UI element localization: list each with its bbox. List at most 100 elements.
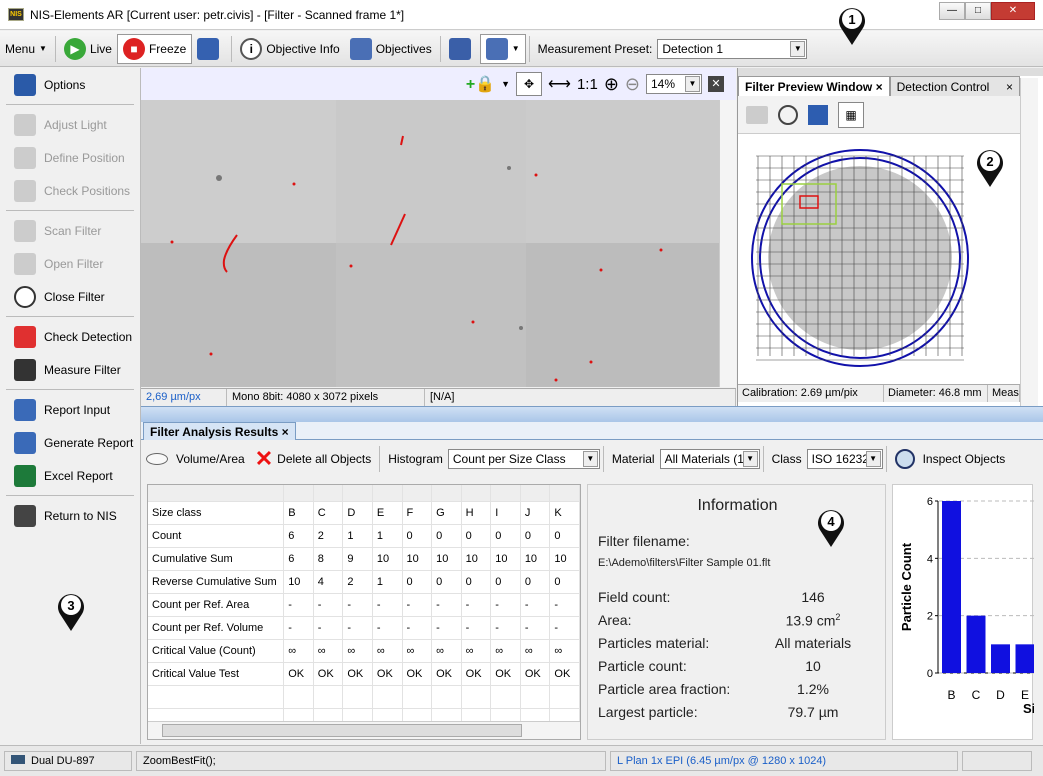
sidebar-item-open-filter[interactable]: Open Filter (0, 247, 140, 280)
histogram-select[interactable]: Count per Size Class ▼ (447, 449, 600, 469)
table-cell: I (490, 501, 521, 525)
camera-name: Dual DU-897 (31, 755, 95, 767)
panel-splitter[interactable] (141, 406, 1043, 422)
material-select[interactable]: All Materials (10 ▼ (659, 449, 760, 469)
filter-view-icon (448, 37, 471, 60)
close-icon[interactable]: × (282, 425, 289, 439)
filter-analysis-results: Filter Analysis Results × Volume/Area ✕ D… (141, 422, 1043, 744)
table-header-cell[interactable] (490, 485, 521, 502)
sidebar-item-adjust-light[interactable]: Adjust Light (0, 108, 140, 141)
sidebar-item-report-input[interactable]: Report Input (0, 393, 140, 426)
minimize-button[interactable]: — (939, 2, 965, 20)
freeze-button[interactable]: ■ Freeze (116, 33, 193, 64)
objectives-button[interactable]: Objectives (345, 34, 437, 64)
y-tick-label: 2 (927, 611, 933, 623)
scroll-thumb[interactable] (162, 724, 522, 737)
objective-info-button[interactable]: i Objective Info (235, 34, 344, 64)
save-icon[interactable] (808, 104, 828, 125)
sidebar-item-options[interactable]: Options (0, 68, 140, 101)
live-button[interactable]: ▶ Live (59, 34, 117, 64)
volume-area-button[interactable]: Volume/Area (141, 444, 250, 474)
table-cell: OK (342, 662, 373, 686)
measurement-preset-select[interactable]: Detection 1 ▼ (657, 38, 808, 59)
zoom-select[interactable]: 14% ▼ (646, 74, 702, 94)
sidebar-item-label: Define Position (44, 150, 125, 165)
table-header-cell[interactable] (148, 485, 285, 502)
table-horizontal-scrollbar[interactable] (148, 721, 580, 739)
table-cell: - (490, 616, 521, 640)
table-cell: 4 (313, 570, 344, 594)
inspect-objects-button[interactable]: Inspect Objects (890, 444, 1011, 474)
objective-info-label: Objective Info (266, 41, 340, 56)
table-header-cell[interactable] (549, 485, 580, 502)
zoom-out-icon[interactable]: ⊖ (625, 74, 640, 95)
close-icon[interactable]: × (876, 80, 883, 94)
table-header-cell[interactable] (372, 485, 403, 502)
table-cell: 6 (283, 547, 314, 571)
lock-layer-icon[interactable]: +🔒 (466, 74, 495, 94)
table-cell: K (549, 501, 580, 525)
grid-icon[interactable]: ▦ (838, 101, 864, 128)
close-filter-icon[interactable] (778, 104, 798, 125)
fit-view-icon[interactable]: ✥ (516, 72, 543, 96)
sidebar-item-measure-filter[interactable]: Measure Filter (0, 353, 140, 386)
table-cell: G (431, 501, 462, 525)
sidebar-item-check-detection[interactable]: Check Detection (0, 320, 140, 353)
table-cell: - (520, 593, 551, 617)
table-header-cell[interactable] (520, 485, 551, 502)
table-cell: 0 (549, 524, 580, 548)
scanned-frame-image[interactable] (141, 100, 719, 387)
results-tab-label: Filter Analysis Results (150, 425, 279, 439)
measure-mode-button[interactable]: ▼ (479, 33, 526, 64)
sidebar-item-check-positions[interactable]: Check Positions (0, 174, 140, 207)
delete-all-objects-button[interactable]: ✕ Delete all Objects (250, 444, 376, 474)
table-cell (490, 685, 521, 709)
table-cell: 0 (520, 524, 551, 548)
sidebar-item-scan-filter[interactable]: Scan Filter (0, 214, 140, 247)
sidebar-item-define-position[interactable]: Define Position (0, 141, 140, 174)
table-header-cell[interactable] (342, 485, 373, 502)
zoom-in-icon[interactable]: ⊕ (604, 74, 619, 95)
main-toolbar: Menu ▼ ▶ Live ■ Freeze i Objective Info Obje… (0, 31, 1043, 67)
filter-calibration: Calibration: 2.69 µm/pix (738, 385, 884, 402)
viewer-vertical-scrollbar[interactable] (719, 100, 736, 387)
tab-detection-control[interactable]: Detection Control × (889, 76, 1020, 96)
table-header-cell[interactable] (461, 485, 492, 502)
chevron-down-icon[interactable]: ▼ (501, 79, 510, 89)
info-label: Largest particle: (598, 704, 698, 720)
sidebar-item-close-filter[interactable]: Close Filter (0, 280, 140, 313)
sidebar-item-generate-report[interactable]: Generate Report (0, 426, 140, 459)
table-header-cell[interactable] (402, 485, 433, 502)
table-header-cell[interactable] (283, 485, 314, 502)
sidebar-item-excel-report[interactable]: Excel Report (0, 459, 140, 492)
close-view-icon[interactable]: ✕ (708, 76, 724, 92)
camera-settings-button[interactable] (192, 34, 228, 64)
tab-filter-analysis-results[interactable]: Filter Analysis Results × (143, 422, 296, 440)
folder-icon[interactable] (746, 105, 768, 124)
table-cell: ∞ (461, 639, 492, 663)
maximize-button[interactable]: □ (965, 2, 991, 20)
sidebar-item-label: Measure Filter (44, 362, 121, 377)
sidebar-item-return-to-nis[interactable]: Return to NIS (0, 499, 140, 532)
filter-tabs: Filter Preview Window × Detection Contro… (738, 76, 1020, 96)
chevron-down-icon: ▼ (742, 451, 758, 467)
table-cell: E (372, 501, 403, 525)
table-cell: ∞ (549, 639, 580, 663)
y-tick-label: 6 (927, 496, 933, 508)
fit-width-icon[interactable]: ⟷ (548, 74, 571, 94)
class-select[interactable]: ISO 16232 ▼ (806, 449, 883, 469)
filter-vertical-scrollbar[interactable] (1020, 78, 1038, 408)
table-cell: - (372, 593, 403, 617)
tab-filter-preview[interactable]: Filter Preview Window × (738, 76, 890, 96)
close-window-button[interactable]: ✕ (991, 2, 1035, 20)
table-header-cell[interactable] (431, 485, 462, 502)
table-header-cell[interactable] (313, 485, 344, 502)
info-label: Area: (598, 612, 632, 628)
info-value: 1.2% (753, 681, 873, 697)
table-cell: - (372, 616, 403, 640)
menu-button[interactable]: Menu ▼ (0, 34, 52, 64)
arrow-left-icon (14, 504, 36, 527)
one-to-one-button[interactable]: 1:1 (577, 76, 598, 93)
close-icon[interactable]: × (1006, 80, 1013, 94)
filter-view-button[interactable] (444, 34, 480, 64)
